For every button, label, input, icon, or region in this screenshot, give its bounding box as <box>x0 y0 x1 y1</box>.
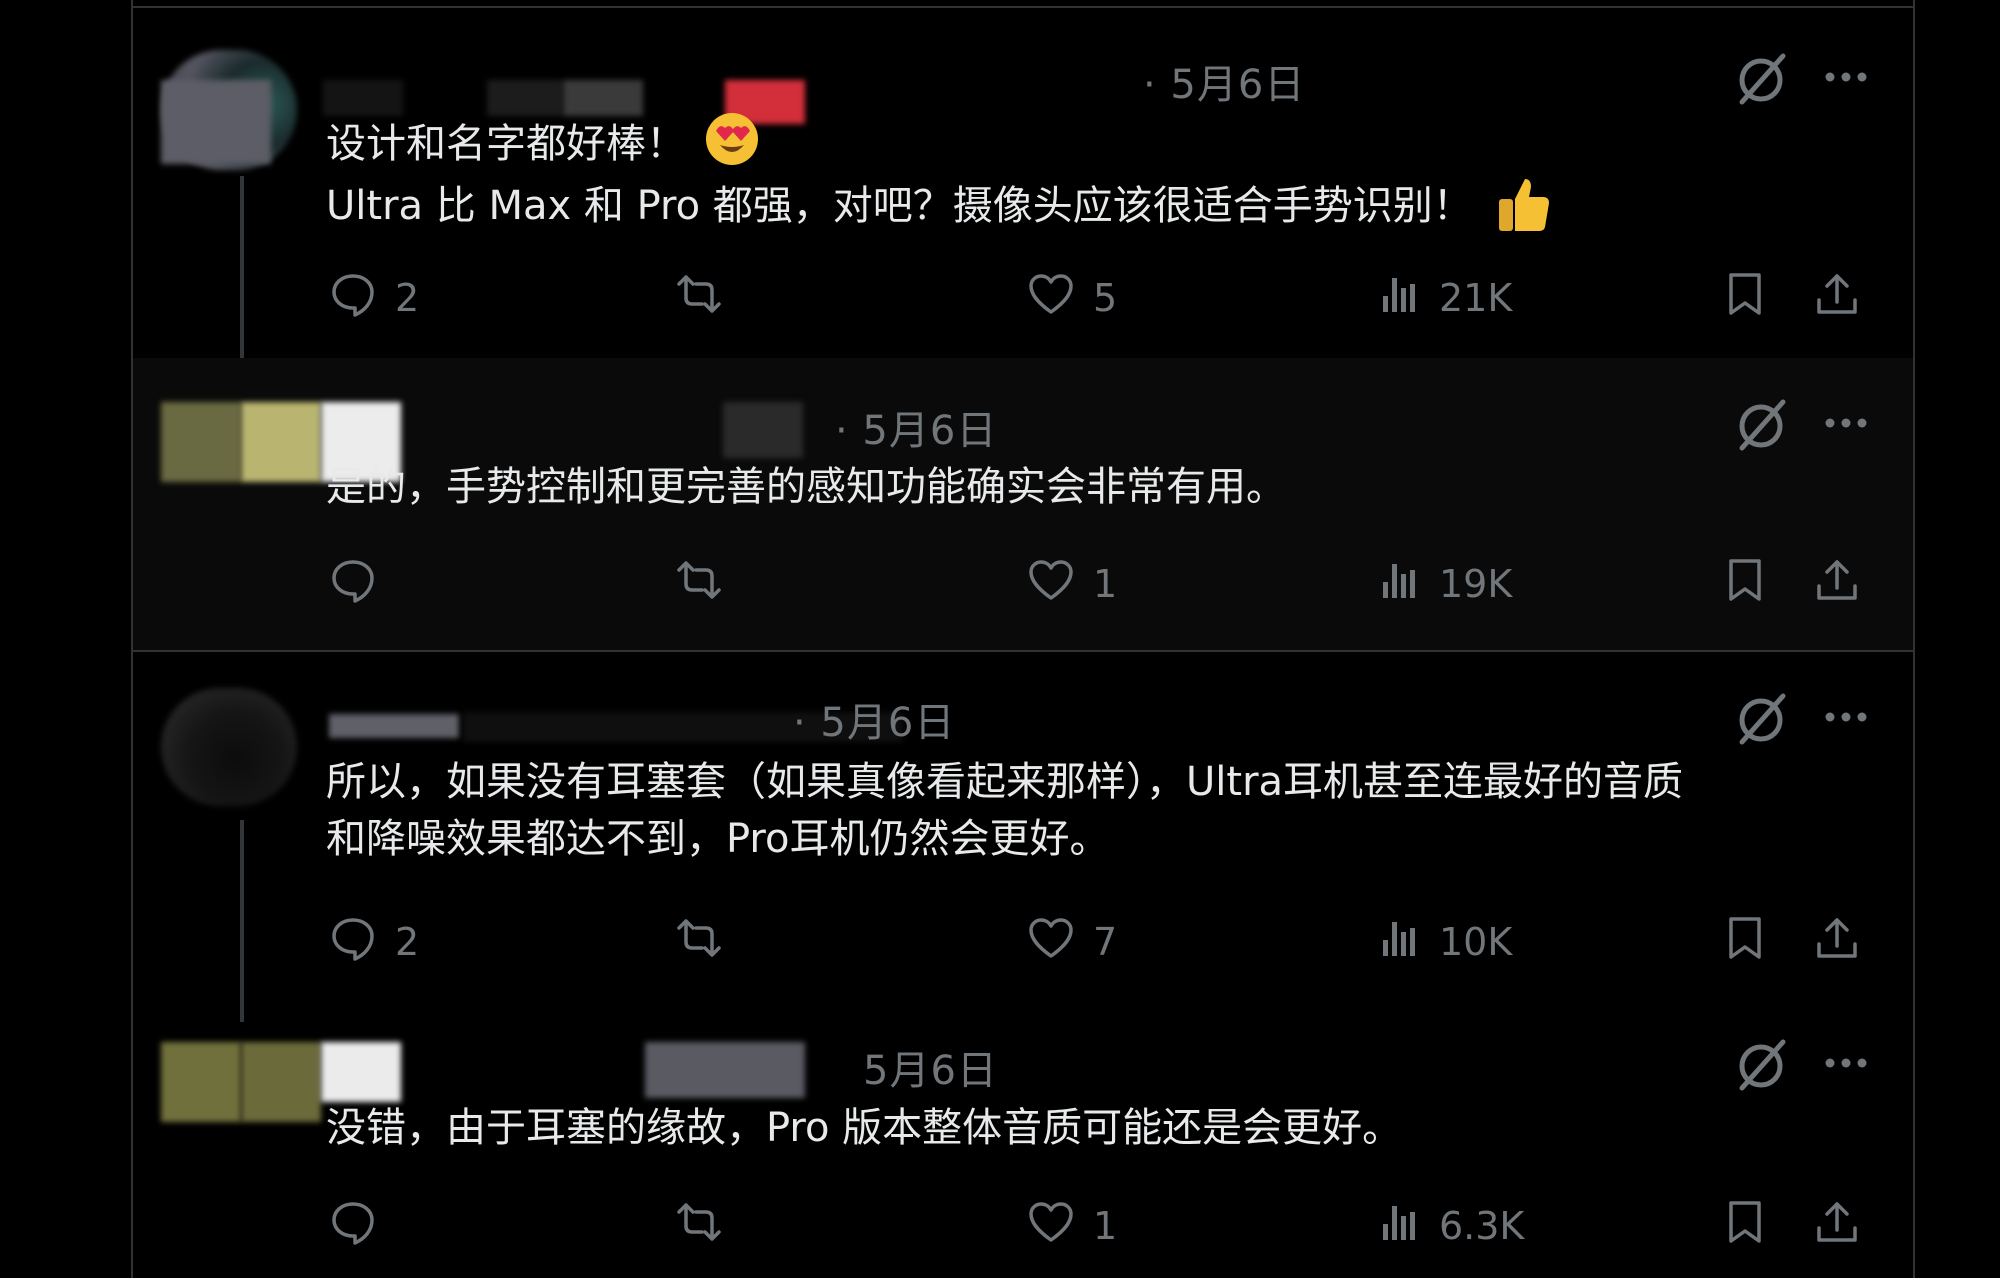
thread-line <box>240 176 244 388</box>
grok-icon[interactable] <box>1733 1036 1789 1092</box>
tweet-text: 是的，手势控制和更完善的感知功能确实会非常有用。 <box>326 464 1286 510</box>
repost-icon[interactable] <box>675 1198 723 1246</box>
views-icon[interactable] <box>1377 556 1425 604</box>
reply-count: 2 <box>395 920 420 964</box>
display-name-blur[interactable] <box>329 714 459 738</box>
grok-icon[interactable] <box>1733 50 1789 106</box>
reply-icon[interactable] <box>329 1198 377 1246</box>
views-icon[interactable] <box>1377 914 1425 962</box>
tweet-text: 没错，由于耳塞的缘故，Pro 版本整体音质可能还是会更好。 <box>326 1105 1403 1151</box>
handle-blur[interactable] <box>723 402 803 458</box>
avatar-blur-2 <box>321 1042 401 1102</box>
avatar[interactable] <box>161 402 241 482</box>
like-icon[interactable] <box>1027 914 1075 962</box>
tweet-text: 设计和名字都好棒！ <box>326 121 686 167</box>
tweet-2[interactable]: · 5月6日 是的，手势控制和更完善的感知功能确实会非常有用。 1 19K <box>133 358 1913 650</box>
repost-icon[interactable] <box>675 270 723 318</box>
avatar-blur <box>241 402 321 482</box>
avatar-blur <box>241 1042 321 1122</box>
tweet-4[interactable]: 5月6日 没错，由于耳塞的缘故，Pro 版本整体音质可能还是会更好。 1 6.3… <box>133 1022 1913 1278</box>
more-icon[interactable] <box>1823 1055 1869 1069</box>
avatar[interactable] <box>161 688 297 806</box>
like-icon[interactable] <box>1027 270 1075 318</box>
views-icon[interactable] <box>1377 1198 1425 1246</box>
bookmark-icon[interactable] <box>1721 556 1769 604</box>
tweet-1[interactable]: · 5月6日 设计和名字都好棒！ Ultra 比 Max 和 Pro 都强，对吧… <box>133 8 1913 388</box>
reply-count: 2 <box>395 276 420 320</box>
tweet-date[interactable]: · 5月6日 <box>793 690 955 748</box>
views-icon[interactable] <box>1377 270 1425 318</box>
bookmark-icon[interactable] <box>1721 1198 1769 1246</box>
more-icon[interactable] <box>1823 415 1869 429</box>
avatar[interactable] <box>161 1042 241 1122</box>
reply-icon[interactable] <box>329 556 377 604</box>
like-icon[interactable] <box>1027 556 1075 604</box>
share-icon[interactable] <box>1813 1198 1861 1246</box>
reply-icon[interactable] <box>329 270 377 318</box>
more-icon[interactable] <box>1823 709 1869 723</box>
heart-eyes-emoji <box>704 111 760 167</box>
tweet-text: 所以，如果没有耳塞套（如果真像看起来那样），Ultra耳机甚至连最好的音质 <box>326 759 1684 805</box>
tweet-text: Ultra 比 Max 和 Pro 都强，对吧？摄像头应该很适合手势识别！ <box>326 183 1473 229</box>
bookmark-icon[interactable] <box>1721 270 1769 318</box>
avatar-blur <box>161 80 271 164</box>
share-icon[interactable] <box>1813 556 1861 604</box>
thread-line <box>240 820 244 1022</box>
view-count: 6.3K <box>1439 1204 1525 1248</box>
share-icon[interactable] <box>1813 914 1861 962</box>
repost-icon[interactable] <box>675 556 723 604</box>
like-count: 7 <box>1093 920 1118 964</box>
tweet-text-line: Ultra 比 Max 和 Pro 都强，对吧？摄像头应该很适合手势识别！ <box>326 173 1551 235</box>
handle-blur[interactable] <box>645 1042 805 1098</box>
tweet-date[interactable]: · 5月6日 <box>1143 52 1305 110</box>
repost-icon[interactable] <box>675 914 723 962</box>
thumbs-up-emoji <box>1495 173 1551 233</box>
bookmark-icon[interactable] <box>1721 914 1769 962</box>
like-count: 1 <box>1093 562 1118 606</box>
like-icon[interactable] <box>1027 1198 1075 1246</box>
share-icon[interactable] <box>1813 270 1861 318</box>
like-count: 1 <box>1093 1204 1118 1248</box>
tweet-text-line: 设计和名字都好棒！ <box>326 111 760 173</box>
view-count: 19K <box>1439 562 1513 606</box>
grok-icon[interactable] <box>1733 690 1789 746</box>
like-count: 5 <box>1093 276 1118 320</box>
more-icon[interactable] <box>1823 69 1869 83</box>
tweet-text: 和降噪效果都达不到，Pro耳机仍然会更好。 <box>326 816 1110 862</box>
tweet-date[interactable]: · 5月6日 <box>835 398 997 456</box>
tweet-3[interactable]: · 5月6日 所以，如果没有耳塞套（如果真像看起来那样），Ultra耳机甚至连最… <box>133 652 1913 1022</box>
reply-icon[interactable] <box>329 914 377 962</box>
tweet-date[interactable]: 5月6日 <box>863 1038 998 1096</box>
view-count: 21K <box>1439 276 1513 320</box>
view-count: 10K <box>1439 920 1513 964</box>
reply-thread: · 5月6日 设计和名字都好棒！ Ultra 比 Max 和 Pro 都强，对吧… <box>131 0 1915 1278</box>
grok-icon[interactable] <box>1733 396 1789 452</box>
